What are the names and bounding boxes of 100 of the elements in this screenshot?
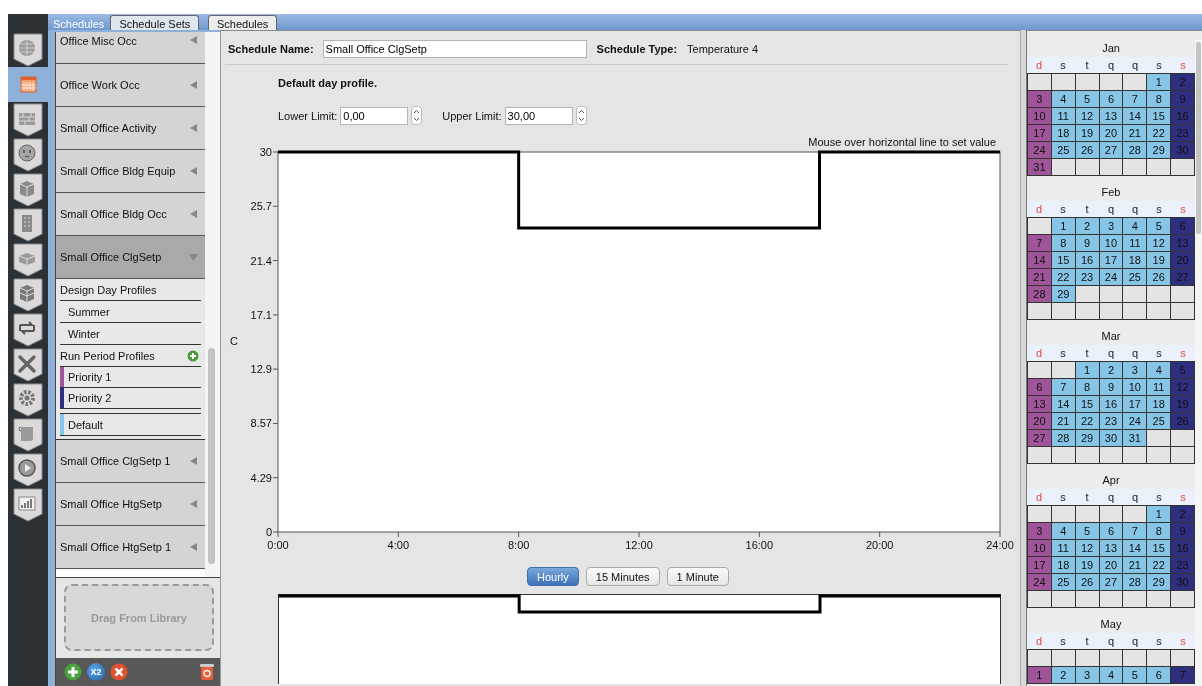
calendar-day[interactable]: 3 xyxy=(1028,91,1051,107)
calendar-day[interactable]: 20 xyxy=(1099,557,1123,573)
calendar-day[interactable]: 14 xyxy=(1028,252,1051,268)
schedule-item[interactable]: Small Office ClgSetp 1 xyxy=(56,440,205,483)
calendar-day[interactable]: 24 xyxy=(1099,269,1123,285)
calendar-day[interactable]: 22 xyxy=(1051,269,1075,285)
calendar-day[interactable]: 23 xyxy=(1099,413,1123,429)
tab[interactable]: Schedules xyxy=(208,15,278,30)
calendar-day[interactable]: 23 xyxy=(1075,269,1099,285)
calendar-day[interactable]: 17 xyxy=(1028,125,1051,141)
calendar-day[interactable]: 5 xyxy=(1123,667,1147,683)
calendar-day[interactable]: 12 xyxy=(1075,540,1099,556)
calendar-day[interactable]: 21 xyxy=(1123,557,1147,573)
calendar-day[interactable]: 5 xyxy=(1147,218,1171,234)
arrows-icon[interactable] xyxy=(11,312,45,347)
calendar-day[interactable]: 19 xyxy=(1075,125,1099,141)
calendar-day[interactable]: 25 xyxy=(1147,413,1171,429)
calendar-day[interactable]: 4 xyxy=(1051,91,1075,107)
toggle-button[interactable]: 1 Minute xyxy=(666,567,729,586)
calendar-day[interactable]: 4 xyxy=(1051,523,1075,539)
chart-icon[interactable] xyxy=(11,487,45,522)
calendar-day[interactable]: 24 xyxy=(1123,413,1147,429)
calendar-day[interactable]: 10 xyxy=(1028,108,1051,124)
calendar-day[interactable]: 31 xyxy=(1123,430,1147,446)
calendar-day[interactable]: 3 xyxy=(1099,218,1123,234)
calendar-day[interactable]: 11 xyxy=(1123,235,1147,251)
globe-icon[interactable] xyxy=(11,32,45,67)
delete-icon[interactable] xyxy=(110,663,128,681)
calendar-day[interactable]: 22 xyxy=(1075,413,1099,429)
calendar-day[interactable]: 14 xyxy=(1123,540,1147,556)
calendar-day[interactable]: 31 xyxy=(1028,159,1051,175)
calendar-day[interactable]: 8 xyxy=(1147,523,1171,539)
calendar-day[interactable]: 1 xyxy=(1147,74,1171,90)
spinner-arrows-icon[interactable] xyxy=(411,106,423,125)
calendar-day[interactable]: 8 xyxy=(1051,235,1075,251)
calendar-day[interactable]: 3 xyxy=(1123,362,1147,378)
calendar-day[interactable]: 26 xyxy=(1075,574,1099,590)
play-icon[interactable] xyxy=(11,452,45,487)
calendar-day[interactable]: 17 xyxy=(1028,557,1051,573)
calendar-day[interactable]: 7 xyxy=(1123,91,1147,107)
calendar-day[interactable]: 1 xyxy=(1075,362,1099,378)
calendar-day[interactable]: 16 xyxy=(1099,396,1123,412)
calendar-day[interactable]: 8 xyxy=(1147,91,1171,107)
calendar-day[interactable]: 13 xyxy=(1099,108,1123,124)
tab[interactable]: Schedule Sets xyxy=(110,15,200,30)
calendar-day[interactable]: 29 xyxy=(1147,574,1171,590)
calendar-day[interactable]: 4 xyxy=(1147,362,1171,378)
schedule-line[interactable] xyxy=(278,150,1000,230)
profile-item[interactable]: Default xyxy=(68,414,103,435)
calendar-day[interactable]: 18 xyxy=(1051,125,1075,141)
profile-item[interactable]: Winter xyxy=(60,323,201,345)
calendar-day[interactable]: 30 xyxy=(1099,430,1123,446)
calendar-day[interactable]: 28 xyxy=(1051,430,1075,446)
calendar-day[interactable]: 2 xyxy=(1099,362,1123,378)
schedule-item[interactable]: Small Office Activity xyxy=(56,107,205,150)
calendar-day[interactable]: 13 xyxy=(1028,396,1051,412)
calendar-day[interactable]: 21 xyxy=(1028,269,1051,285)
calendar-day[interactable]: 26 xyxy=(1147,269,1171,285)
schedule-item[interactable]: Small Office Bldg Occ xyxy=(56,193,205,236)
calendar-day[interactable]: 6 xyxy=(1147,667,1171,683)
calendar-day[interactable]: 3 xyxy=(1028,523,1051,539)
calendar-day[interactable]: 10 xyxy=(1123,379,1147,395)
calendar-day[interactable]: 18 xyxy=(1147,396,1171,412)
calendar-day[interactable]: 19 xyxy=(1147,252,1171,268)
calendar-day[interactable]: 25 xyxy=(1051,574,1075,590)
add-icon[interactable] xyxy=(64,663,82,681)
calendar-day[interactable]: 28 xyxy=(1123,574,1147,590)
profile-item[interactable]: Priority 1 xyxy=(68,367,112,387)
calendar-day[interactable]: 14 xyxy=(1123,108,1147,124)
calendar-day[interactable]: 12 xyxy=(1147,235,1171,251)
calendar-day[interactable]: 2 xyxy=(1075,218,1099,234)
profile-item[interactable]: Priority 2 xyxy=(68,388,112,408)
calendar-day[interactable]: 3 xyxy=(1075,667,1099,683)
calendar-day[interactable]: 10 xyxy=(1099,235,1123,251)
calendar-day[interactable]: 20 xyxy=(1028,413,1051,429)
calendar-day[interactable]: 6 xyxy=(1028,379,1051,395)
schedule-item[interactable]: Small Office Bldg Equip xyxy=(56,150,205,193)
number-field[interactable]: 30,00 xyxy=(504,106,573,125)
calendar-day[interactable]: 8 xyxy=(1075,379,1099,395)
calendar-day[interactable]: 1 xyxy=(1028,667,1051,683)
calendar-day[interactable]: 27 xyxy=(1028,430,1051,446)
calendar-day[interactable]: 7 xyxy=(1051,379,1075,395)
calendar-day[interactable]: 19 xyxy=(1075,557,1099,573)
calendar-day[interactable]: 10 xyxy=(1028,540,1051,556)
calendar-day[interactable]: 13 xyxy=(1099,540,1123,556)
scroll-icon[interactable] xyxy=(11,417,45,452)
calendar-day[interactable]: 14 xyxy=(1051,396,1075,412)
calendar-day[interactable]: 9 xyxy=(1075,235,1099,251)
calendar-day[interactable]: 24 xyxy=(1028,574,1051,590)
gear-icon[interactable] xyxy=(11,382,45,417)
calendar-day[interactable]: 25 xyxy=(1051,142,1075,158)
scrollbar-thumb[interactable] xyxy=(208,348,215,564)
calendar-day[interactable]: 18 xyxy=(1051,557,1075,573)
calendar-day[interactable]: 18 xyxy=(1123,252,1147,268)
profile-item[interactable]: Summer xyxy=(60,301,201,323)
name-field[interactable]: Small Office ClgSetp xyxy=(322,39,587,58)
calendar-day[interactable]: 24 xyxy=(1028,142,1051,158)
calendar-day[interactable]: 21 xyxy=(1123,125,1147,141)
splitter[interactable] xyxy=(1020,30,1027,686)
calendar-day[interactable]: 15 xyxy=(1051,252,1075,268)
